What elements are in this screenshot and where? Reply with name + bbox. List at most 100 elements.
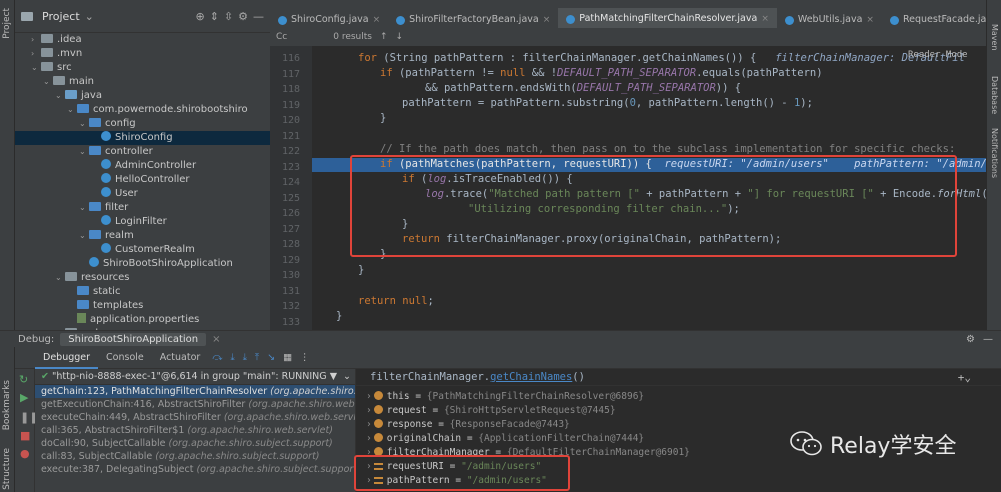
tree-item[interactable]: AdminController <box>15 159 270 173</box>
tree-item[interactable]: ShiroBootShiroApplication <box>15 257 270 271</box>
line-number[interactable]: 127 <box>270 224 300 235</box>
line-number[interactable]: 118 <box>270 84 300 95</box>
notifications-tool-button[interactable]: Notifications <box>990 128 999 178</box>
line-number[interactable]: 120 <box>270 115 300 126</box>
step-out-icon[interactable]: ⤒ <box>251 352 263 363</box>
tree-item[interactable]: ⌄ main <box>15 75 270 89</box>
stack-frame[interactable]: getChain:123, PathMatchingFilterChainRes… <box>35 385 355 398</box>
more-icon[interactable]: ⋮ <box>296 352 314 363</box>
gear-icon[interactable]: ⚙ <box>238 10 248 23</box>
line-number[interactable]: 116 <box>270 53 300 64</box>
chevron-icon[interactable]: › <box>366 405 372 416</box>
rerun-icon[interactable]: ↻ <box>19 373 28 386</box>
stop-icon[interactable]: ■ <box>20 429 30 442</box>
line-number[interactable]: 131 <box>270 286 300 297</box>
line-number[interactable]: 117 <box>270 69 300 80</box>
gear-icon[interactable]: ⚙ <box>960 334 981 345</box>
line-number[interactable]: 124 <box>270 177 300 188</box>
project-tool-button[interactable]: Project <box>2 8 12 39</box>
line-number[interactable]: 125 <box>270 193 300 204</box>
tree-item[interactable]: ⌄ java <box>15 89 270 103</box>
chevron-down-icon[interactable]: ⌄ <box>343 369 351 385</box>
locate-icon[interactable]: ⊕ <box>195 10 204 23</box>
stack-frame[interactable]: execute:387, DelegatingSubject (org.apac… <box>35 463 355 476</box>
run-to-cursor-icon[interactable]: ↘ <box>263 352 279 363</box>
line-number[interactable]: 130 <box>270 270 300 281</box>
variable-row[interactable]: › request = {ShiroHttpServletRequest@7445… <box>366 404 616 418</box>
tree-item[interactable]: ⌄ com.powernode.shirobootshiro <box>15 103 270 117</box>
resume-icon[interactable]: ▶ <box>20 391 28 404</box>
arrow-down-icon[interactable]: ↓ <box>396 32 404 42</box>
maven-tool-button[interactable]: Maven <box>990 24 999 51</box>
tree-item[interactable]: ⌄ src <box>15 61 270 75</box>
tree-item[interactable]: static <box>15 285 270 299</box>
chevron-icon[interactable]: ⌄ <box>67 103 77 117</box>
chevron-icon[interactable]: › <box>366 419 372 430</box>
database-tool-button[interactable]: Database <box>990 76 999 114</box>
line-number[interactable]: 132 <box>270 301 300 312</box>
line-number[interactable]: 126 <box>270 208 300 219</box>
evaluate-icon[interactable]: ▦ <box>279 352 296 363</box>
evaluate-expression[interactable]: filterChainManager.getChainNames() <box>356 369 1001 386</box>
stack-frame[interactable]: call:365, AbstractShiroFilter$1 (org.apa… <box>35 424 355 437</box>
add-watch-icon[interactable]: +⌄ <box>958 371 971 384</box>
chevron-icon[interactable]: › <box>31 33 41 47</box>
tree-item[interactable]: LoginFilter <box>15 215 270 229</box>
tree-item[interactable]: ⌄ realm <box>15 229 270 243</box>
chevron-icon[interactable]: ⌄ <box>79 117 89 131</box>
tree-item[interactable]: ⌄ config <box>15 117 270 131</box>
collapse-icon[interactable]: ⇳ <box>224 10 233 23</box>
line-number[interactable]: 119 <box>270 100 300 111</box>
stack-frame[interactable]: getExecutionChain:416, AbstractShiroFilt… <box>35 398 355 411</box>
arrow-up-icon[interactable]: ↑ <box>380 32 388 42</box>
expand-icon[interactable]: ⇕ <box>210 10 219 23</box>
chevron-icon[interactable]: ⌄ <box>43 75 53 89</box>
debug-config-tab[interactable]: ShiroBootShiroApplication <box>60 332 207 346</box>
tree-item[interactable]: CustomerRealm <box>15 243 270 257</box>
chevron-icon[interactable]: ⌄ <box>55 271 65 285</box>
line-number[interactable]: 122 <box>270 146 300 157</box>
chevron-icon[interactable]: ⌄ <box>79 145 89 159</box>
chevron-icon[interactable]: › <box>31 47 41 61</box>
chevron-icon[interactable]: ⌄ <box>31 61 41 75</box>
tree-item[interactable]: templates <box>15 299 270 313</box>
code-editor[interactable]: 116 117 118 119 120 121 122 123 124 125 126 127 128 1… <box>270 46 986 330</box>
tab-console[interactable]: Console <box>98 347 152 369</box>
match-case-toggle[interactable]: Cc <box>276 32 287 42</box>
minimize-icon[interactable]: — <box>253 10 264 23</box>
chevron-down-icon[interactable]: ⌄ <box>85 10 94 23</box>
structure-tool-button[interactable]: Structure <box>2 448 12 490</box>
step-over-icon[interactable]: ⤼ <box>208 352 226 363</box>
stack-frame[interactable]: executeChain:449, AbstractShiroFilter (o… <box>35 411 355 424</box>
tree-item[interactable]: ShiroConfig <box>15 131 270 145</box>
line-number[interactable]: 129 <box>270 255 300 266</box>
chevron-icon[interactable]: ⌄ <box>79 229 89 243</box>
tree-item[interactable]: HelloController <box>15 173 270 187</box>
line-number[interactable]: 133 <box>270 317 300 328</box>
tab-actuator[interactable]: Actuator <box>152 347 209 369</box>
variable-row[interactable]: › response = {ResponseFacade@7443} <box>366 418 570 432</box>
line-number[interactable]: 128 <box>270 239 300 250</box>
chevron-icon[interactable]: › <box>366 433 372 444</box>
tree-item[interactable]: application.properties <box>15 313 270 327</box>
filter-icon[interactable]: ▼ <box>330 369 337 385</box>
reader-mode-button[interactable]: Reader Mode <box>908 50 968 60</box>
stack-frame[interactable]: call:83, SubjectCallable (org.apache.shi… <box>35 450 355 463</box>
tab-debugger[interactable]: Debugger <box>35 347 99 369</box>
chevron-icon[interactable]: ⌄ <box>55 89 65 103</box>
view-breakpoints-icon[interactable]: ● <box>20 447 30 460</box>
project-title[interactable]: Project <box>42 10 80 23</box>
bookmarks-tool-button[interactable]: Bookmarks <box>2 380 12 430</box>
tree-item[interactable]: ⌄ filter <box>15 201 270 215</box>
tree-item[interactable]: ⌄ resources <box>15 271 270 285</box>
chevron-icon[interactable]: ⌄ <box>79 201 89 215</box>
force-step-into-icon[interactable]: ⤓ <box>239 352 251 363</box>
variable-row[interactable]: › this = {PathMatchingFilterChainResolver… <box>366 390 644 404</box>
minimize-icon[interactable]: — <box>981 334 1001 345</box>
chevron-icon[interactable]: › <box>366 391 372 402</box>
close-icon[interactable]: × <box>206 334 220 345</box>
line-number[interactable]: 123 <box>270 162 300 173</box>
line-number[interactable]: 121 <box>270 131 300 142</box>
tree-item[interactable]: ⌄ controller <box>15 145 270 159</box>
thread-selector[interactable]: ✔ "http-nio-8888-exec-1"@6,614 in group … <box>35 369 355 385</box>
